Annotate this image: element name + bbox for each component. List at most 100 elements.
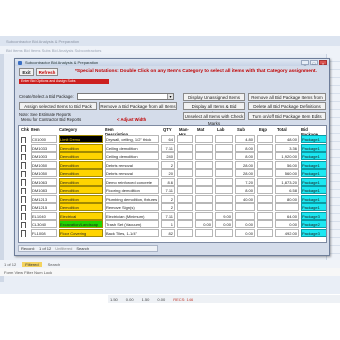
refresh-button[interactable]: Refresh xyxy=(36,68,58,76)
check-cell[interactable] xyxy=(21,178,29,186)
cell-mh[interactable] xyxy=(177,228,193,237)
row-checkbox[interactable] xyxy=(21,179,26,186)
table-row[interactable]: DM1033 Demolition Ceiling demolition 7.11 8.… xyxy=(19,143,326,152)
background-tabs[interactable]: Bid Items Bid Items Subs Bid Analysis Su… xyxy=(0,46,340,54)
cell-pkg[interactable]: Package1 xyxy=(301,135,326,144)
cell-item[interactable]: DM1063 xyxy=(31,177,57,186)
cell-mat[interactable] xyxy=(195,169,213,178)
cell-mh[interactable] xyxy=(177,169,193,178)
cell-mh[interactable] xyxy=(177,152,193,161)
cell-lab[interactable] xyxy=(215,186,233,195)
cell-total[interactable]: 56.00 xyxy=(275,160,299,169)
check-cell[interactable] xyxy=(21,144,29,152)
cell-item[interactable]: DM1215 xyxy=(31,203,57,212)
cell-item[interactable]: DM1213 xyxy=(31,194,57,203)
cell-eqp[interactable] xyxy=(257,211,273,220)
cell-eqp[interactable] xyxy=(257,135,273,144)
cell-pkg[interactable]: Package1 xyxy=(301,203,326,212)
cell-eqp[interactable] xyxy=(257,203,273,212)
cell-total[interactable]: 6.58 xyxy=(275,186,299,195)
cell-category[interactable]: Demolition xyxy=(59,160,103,169)
check-cell[interactable] xyxy=(21,186,29,195)
cell-pkg[interactable]: Package3 xyxy=(301,228,326,237)
cell-category[interactable]: Demolition xyxy=(59,152,103,161)
cell-sub[interactable]: 0.00 xyxy=(235,228,255,237)
table-row[interactable]: FL1008 Floor Covering Back Tiles, 1-1/4" 82… xyxy=(19,228,326,237)
cell-qty[interactable]: 2 xyxy=(161,160,175,169)
row-checkbox[interactable] xyxy=(21,196,26,203)
cell-eqp[interactable] xyxy=(257,177,273,186)
display-unassigned-button[interactable]: Display Unassigned Items xyxy=(183,93,245,101)
cell-mat[interactable] xyxy=(195,177,213,186)
table-row[interactable]: DM1063 Demolition Demo reinforced concrete… xyxy=(19,177,326,186)
cell-total[interactable]: 0.00 xyxy=(275,220,299,229)
cell-mh[interactable] xyxy=(177,203,193,212)
check-cell[interactable] xyxy=(21,135,29,144)
background-search[interactable]: Search xyxy=(48,262,61,267)
background-filter-badge[interactable]: Filtered xyxy=(22,261,42,267)
check-cell[interactable] xyxy=(21,220,29,229)
cell-sub[interactable]: 28.00 xyxy=(235,169,255,178)
row-checkbox[interactable] xyxy=(21,187,26,195)
cell-qty[interactable]: 64 xyxy=(161,135,175,144)
row-checkbox[interactable] xyxy=(21,145,26,152)
cell-eqp[interactable] xyxy=(257,143,273,152)
adjust-width-link[interactable]: < Adjust Width xyxy=(117,117,146,122)
cell-desc[interactable]: Demo reinforced concrete xyxy=(105,177,159,186)
unselect-all-button[interactable]: Unselect all Items with Check Marks xyxy=(183,112,245,126)
cell-total[interactable]: 3.36 xyxy=(275,143,299,152)
cell-item[interactable]: DM1050 xyxy=(31,169,57,178)
cell-qty[interactable]: 8.6 xyxy=(161,177,175,186)
cell-eqp[interactable] xyxy=(257,220,273,229)
display-all-button[interactable]: Display all Items & Bid Packages xyxy=(183,102,245,116)
bid-package-combo[interactable]: ▾ xyxy=(77,93,174,100)
cell-mat[interactable] xyxy=(195,203,213,212)
cell-mat[interactable] xyxy=(195,186,213,195)
cell-mat[interactable] xyxy=(195,211,213,220)
cell-item[interactable]: DM1003 xyxy=(31,152,57,161)
check-cell[interactable] xyxy=(21,152,29,161)
table-row[interactable]: DM1213 Demolition Plumbing demolition, fix… xyxy=(19,194,326,203)
cell-category[interactable]: Demolition xyxy=(59,194,103,203)
row-checkbox[interactable] xyxy=(21,136,26,144)
cell-mh[interactable] xyxy=(177,135,193,144)
toggle-edits-button[interactable]: Turn on/off Bid Package Item Edits xyxy=(248,112,326,120)
cell-pkg[interactable]: Package1 xyxy=(301,143,326,152)
cell-mat[interactable] xyxy=(195,194,213,203)
exit-button[interactable]: Exit xyxy=(19,68,34,76)
cell-total[interactable]: 64.00 xyxy=(275,211,299,220)
cell-lab[interactable] xyxy=(215,135,233,144)
cell-total[interactable]: 1,873.20 xyxy=(275,177,299,186)
background-record-nav[interactable]: 1 of 12 Filtered Search xyxy=(0,260,340,268)
cell-sub[interactable]: 28.00 xyxy=(235,160,255,169)
cell-qty[interactable]: 20 xyxy=(161,169,175,178)
cell-mat[interactable] xyxy=(195,228,213,237)
cell-sub[interactable]: 8.00 xyxy=(235,186,255,195)
cell-sub[interactable]: 7.20 xyxy=(235,177,255,186)
cell-item[interactable]: C01000 xyxy=(31,135,57,144)
cell-item[interactable]: EL1040 xyxy=(31,211,57,220)
cell-desc[interactable]: Drywall, ceiling, 1/2" thick xyxy=(105,135,159,144)
minimize-button[interactable]: _ xyxy=(301,60,309,66)
cell-total[interactable]: 492.00 xyxy=(275,228,299,237)
cell-mat[interactable] xyxy=(195,143,213,152)
cell-total[interactable]: 48.00 xyxy=(275,135,299,144)
cell-category[interactable]: Demolition xyxy=(59,186,103,195)
check-cell[interactable] xyxy=(21,169,29,178)
cell-lab[interactable] xyxy=(215,152,233,161)
cell-sub[interactable] xyxy=(235,203,255,212)
remove-bid-package-button[interactable]: Remove a Bid Package from all Items xyxy=(99,102,177,110)
cell-sub[interactable]: 40.00 xyxy=(235,194,255,203)
table-row[interactable]: DM1050 Demolition Debris removal 2 28.00 56.0… xyxy=(19,160,326,169)
cell-item[interactable]: FL1008 xyxy=(31,228,57,237)
table-row[interactable]: C01000 Limit Demo Drywall, ceiling, 1/2" t… xyxy=(19,135,326,144)
cell-total[interactable]: 80.00 xyxy=(275,194,299,203)
maximize-button[interactable]: □ xyxy=(310,60,318,66)
row-checkbox[interactable] xyxy=(21,221,26,229)
cell-qty[interactable]: 2 xyxy=(161,194,175,203)
cell-pkg[interactable]: Package3 xyxy=(301,211,326,220)
cell-mh[interactable] xyxy=(177,160,193,169)
cell-sub[interactable]: 0.00 xyxy=(235,220,255,229)
cell-total[interactable]: 560.00 xyxy=(275,169,299,178)
chevron-down-icon[interactable]: ▾ xyxy=(167,94,173,99)
